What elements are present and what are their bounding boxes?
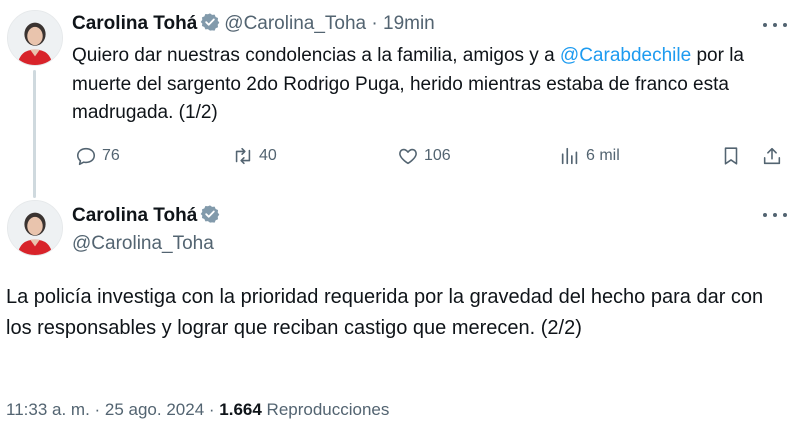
more-icon[interactable] (763, 210, 787, 220)
repost-count: 40 (259, 147, 277, 164)
reply-count: 76 (102, 147, 120, 164)
view-label: Reproducciones (261, 400, 390, 419)
timestamp-link[interactable]: 11:33 a. m. · 25 ago. 2024 · (6, 400, 219, 419)
repost-icon (235, 147, 251, 165)
tweet1-text-part1: Quiero dar nuestras condolencias a la fa… (72, 45, 560, 66)
bookmark-button[interactable] (720, 145, 747, 167)
tweet2-header: Carolina Tohá (72, 204, 224, 227)
verified-badge-icon (201, 13, 220, 31)
share-icon (763, 147, 781, 165)
tweet-time[interactable]: 19min (383, 13, 435, 34)
author-handle[interactable]: @Carolina_Toha (224, 13, 366, 34)
bookmark-icon (724, 147, 738, 165)
avatar-image (8, 201, 62, 255)
views-button[interactable]: 6 mil (559, 145, 620, 167)
reply-button[interactable]: 76 (75, 145, 120, 167)
verified-badge-icon (201, 205, 220, 223)
thread-line (33, 70, 36, 198)
share-button[interactable] (761, 145, 788, 167)
repost-button[interactable]: 40 (232, 145, 277, 167)
tweet1-actions: 76 40 106 6 mil (72, 144, 788, 170)
view-count: 1.664 (219, 400, 262, 419)
like-icon (399, 148, 417, 165)
views-count: 6 mil (586, 147, 620, 164)
author-name[interactable]: Carolina Tohá (72, 13, 197, 34)
mention-link[interactable]: @Carabdechile (560, 45, 691, 66)
separator: · (371, 13, 378, 34)
views-icon (561, 147, 578, 165)
author-name[interactable]: Carolina Tohá (72, 205, 197, 226)
tweet1-text: Quiero dar nuestras condolencias a la fa… (72, 42, 788, 128)
like-count: 106 (424, 147, 451, 164)
more-icon[interactable] (763, 20, 787, 30)
tweet2-text: La policía investiga con la prioridad re… (6, 286, 764, 339)
like-button[interactable]: 106 (397, 145, 451, 167)
avatar[interactable] (7, 10, 63, 66)
author-handle[interactable]: @Carolina_Toha (72, 233, 214, 255)
tweet-metadata: 11:33 a. m. · 25 ago. 2024 · 1.664 Repro… (6, 400, 389, 420)
tweet1-header: Carolina Tohá @Carolina_Toha · 19min (72, 12, 435, 35)
avatar-image (8, 11, 62, 65)
reply-icon (76, 147, 96, 166)
avatar[interactable] (7, 200, 63, 256)
